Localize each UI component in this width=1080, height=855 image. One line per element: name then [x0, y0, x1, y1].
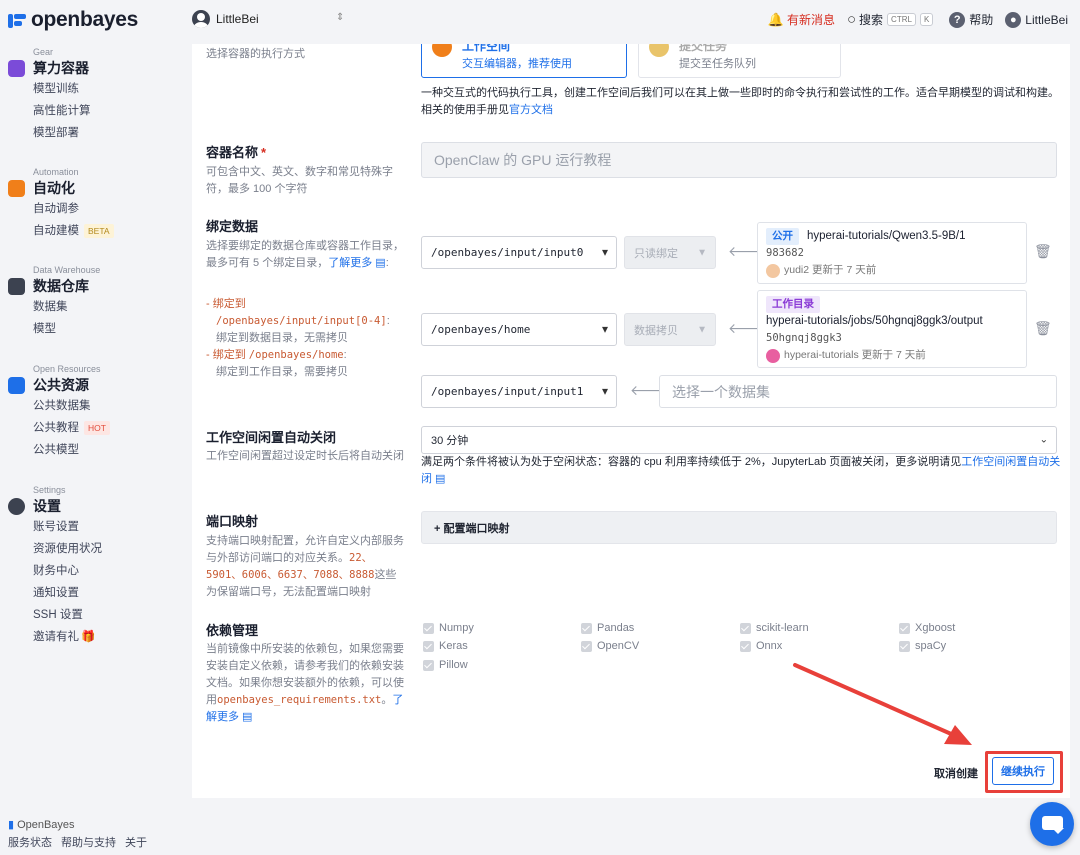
chat-support-button[interactable]: [1030, 802, 1074, 846]
annotation-arrow: [793, 663, 972, 745]
highlight-box: [985, 751, 1063, 793]
